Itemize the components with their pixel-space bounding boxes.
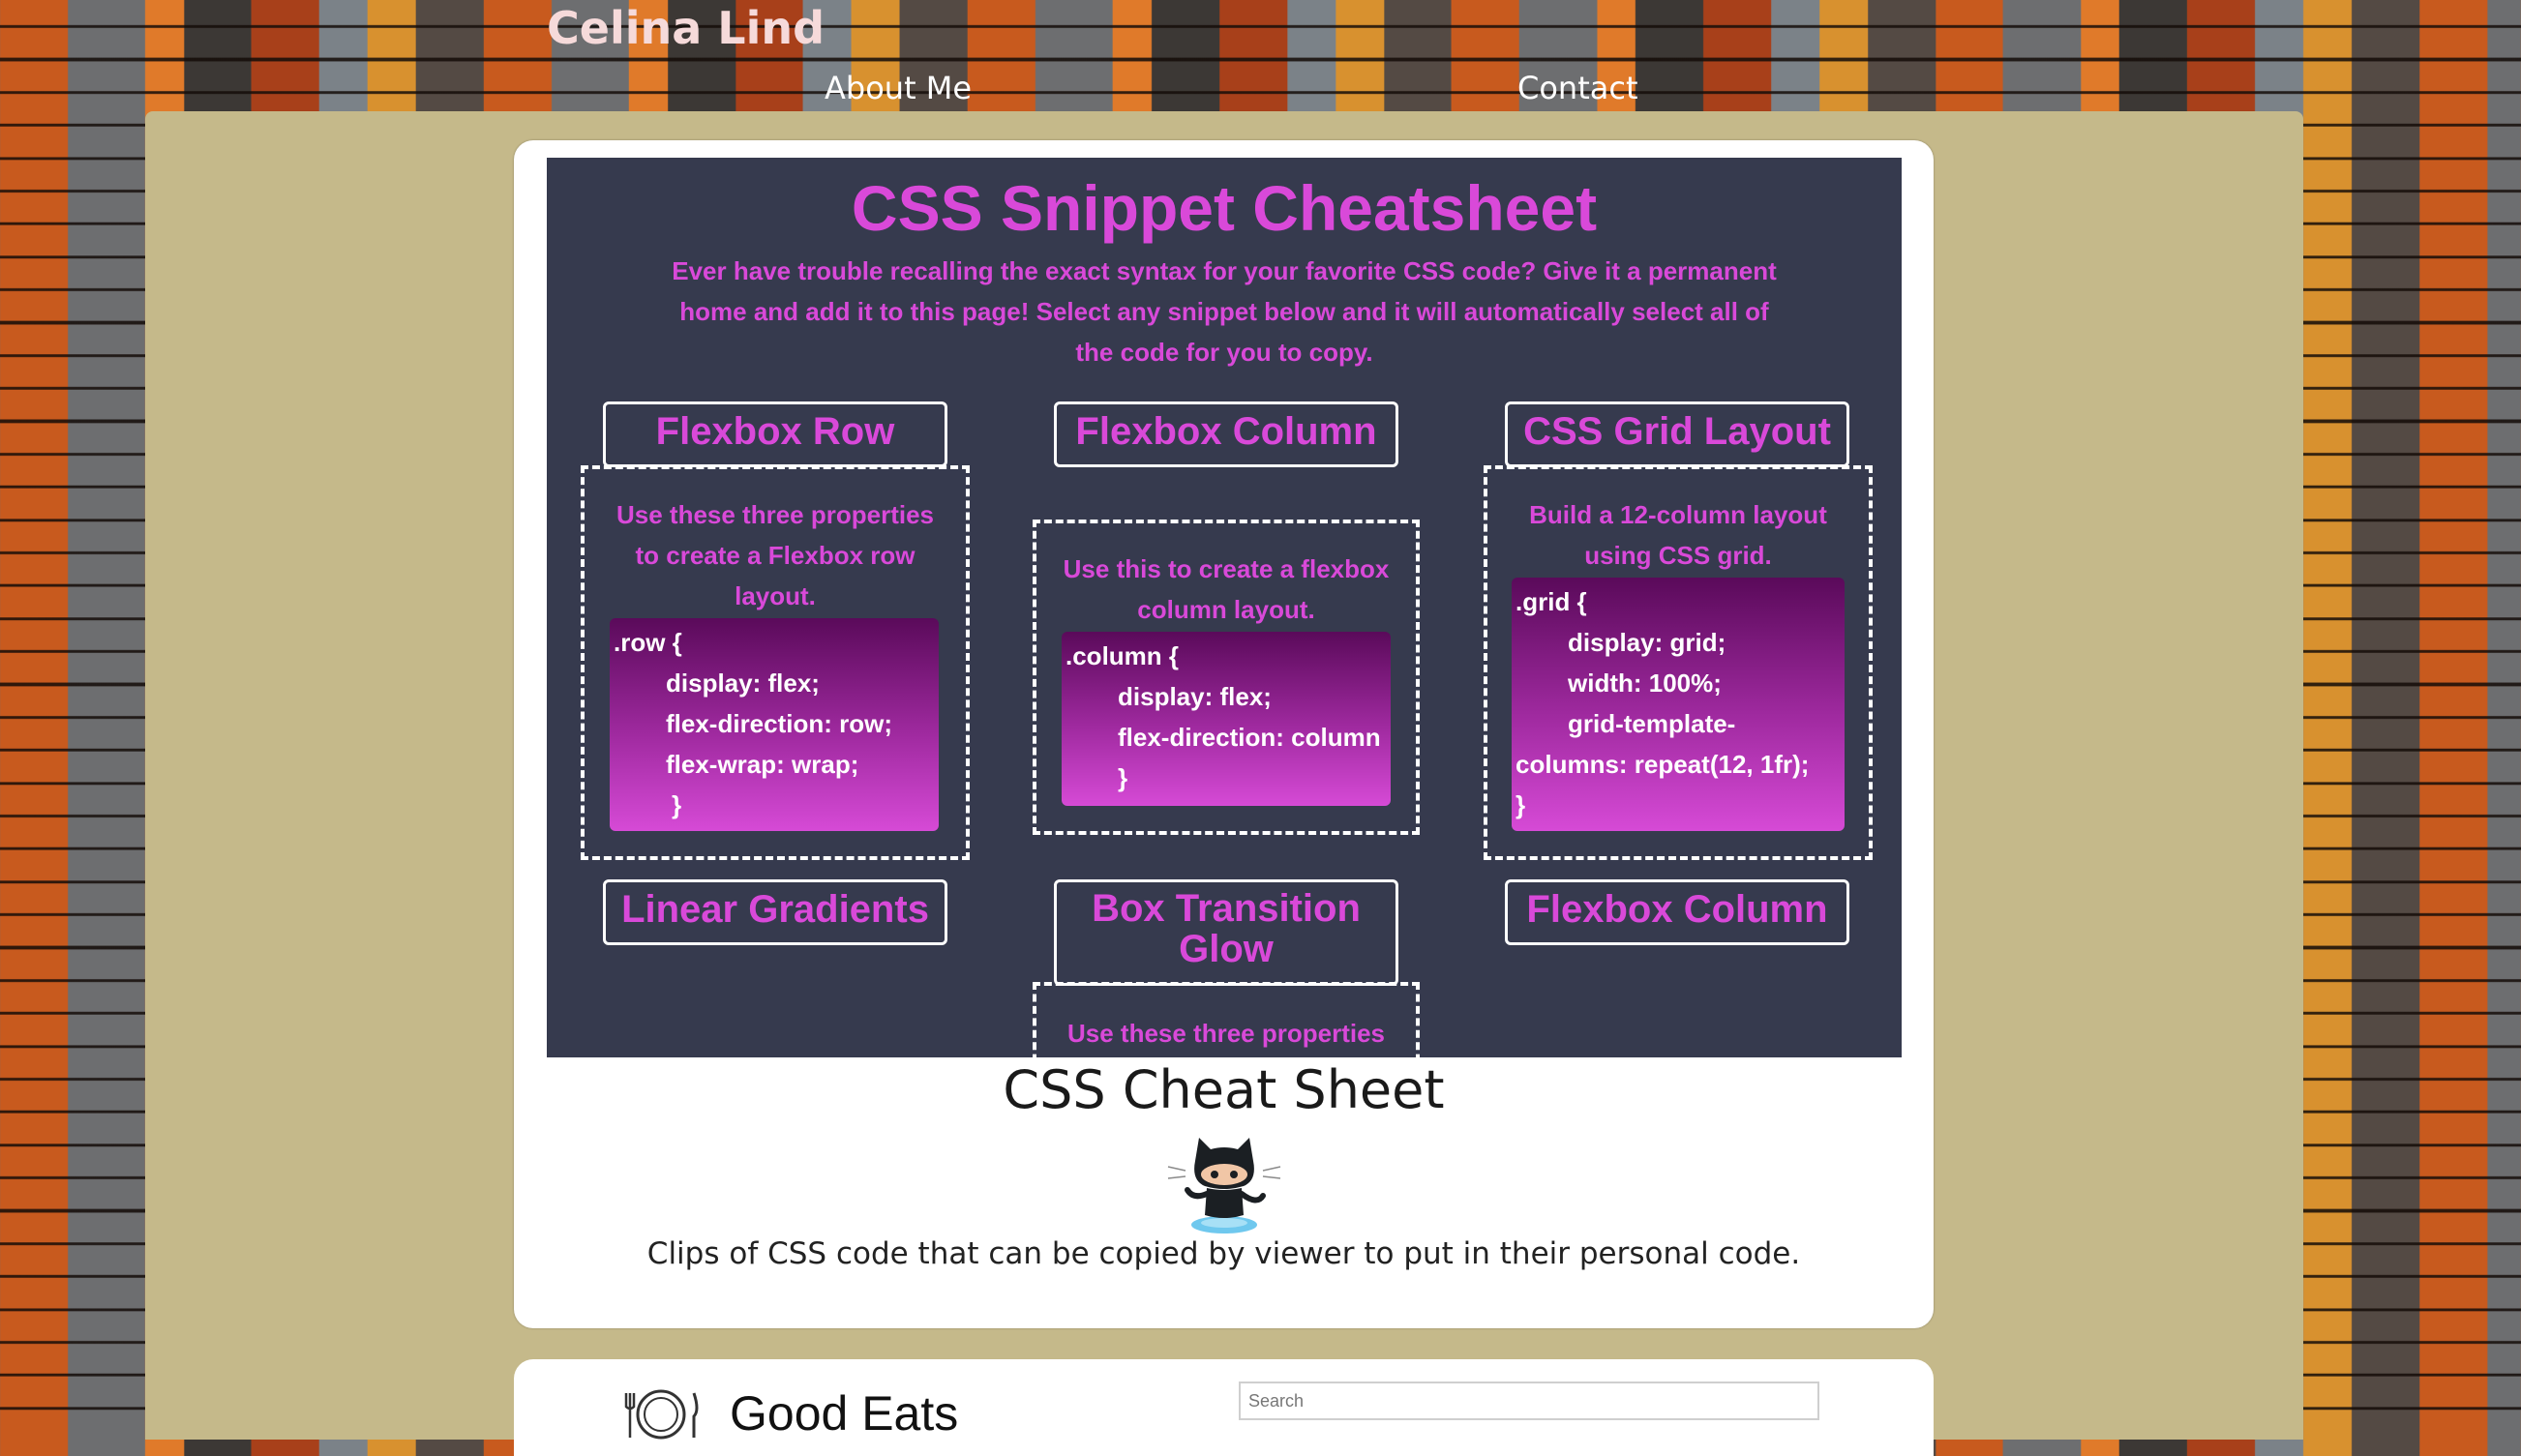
code-line: flex-direction: column (1118, 723, 1381, 752)
github-octocat-icon[interactable] (1166, 1132, 1282, 1238)
snippet-header-flexbox-column-2[interactable]: Flexbox Column (1505, 879, 1849, 945)
project-preview-image[interactable]: CSS Snippet Cheatsheet Ever have trouble… (547, 158, 1902, 1057)
code-block-css-grid-layout[interactable]: .grid { display: grid; width: 100%; grid… (1512, 578, 1845, 831)
snippet-header-linear-gradients[interactable]: Linear Gradients (603, 879, 947, 945)
plate-fork-knife-icon (624, 1389, 699, 1440)
code-line: } (1118, 763, 1128, 792)
code-line: } (672, 790, 682, 819)
snippet-description: Use these three properties to create a F… (615, 500, 934, 610)
search-input[interactable]: Search (1239, 1382, 1819, 1420)
nav-contact[interactable]: Contact (1517, 70, 1638, 106)
snippet-header-css-grid-layout[interactable]: CSS Grid Layout (1505, 401, 1849, 467)
snippet-description: Build a 12-column layout using CSS grid. (1529, 500, 1827, 570)
snippet-header-box-transition-glow[interactable]: Box Transition Glow (1054, 879, 1398, 986)
code-line: flex-direction: row; (666, 709, 893, 738)
nav-about-me[interactable]: About Me (825, 70, 972, 106)
site-header: Celina Lind About Me Contact (0, 0, 2521, 111)
next-project-title[interactable]: Good Eats (730, 1385, 958, 1441)
code-block-flexbox-column[interactable]: .column { display: flex; flex-direction:… (1062, 632, 1391, 806)
project-title[interactable]: CSS Cheat Sheet (514, 1059, 1934, 1120)
snippet-header-flexbox-row[interactable]: Flexbox Row (603, 401, 947, 467)
snippet-description: Use these three properties (1066, 1019, 1385, 1048)
preview-title: CSS Snippet Cheatsheet (851, 172, 1598, 244)
code-line: columns: repeat(12, 1fr); (1516, 750, 1810, 779)
snippet-description: Use this to create a flexbox column layo… (1063, 554, 1390, 624)
code-line: display: grid; (1568, 628, 1726, 657)
code-line: .column { (1065, 641, 1180, 670)
code-line: grid-template- (1568, 709, 1736, 738)
code-line: width: 100%; (1568, 669, 1722, 698)
site-brand[interactable]: Celina Lind (547, 2, 825, 54)
code-line: flex-wrap: wrap; (666, 750, 859, 779)
project-description: Clips of CSS code that can be copied by … (646, 1236, 1801, 1271)
code-line: display: flex; (666, 669, 820, 698)
code-block-flexbox-row[interactable]: .row { display: flex; flex-direction: ro… (610, 618, 939, 831)
code-line: .row { (614, 628, 682, 657)
code-line: .grid { (1516, 587, 1587, 616)
code-line: } (1516, 790, 1526, 819)
snippet-header-flexbox-column[interactable]: Flexbox Column (1054, 401, 1398, 467)
code-line: display: flex; (1118, 682, 1272, 711)
preview-description: Ever have trouble recalling the exact sy… (672, 256, 1777, 367)
